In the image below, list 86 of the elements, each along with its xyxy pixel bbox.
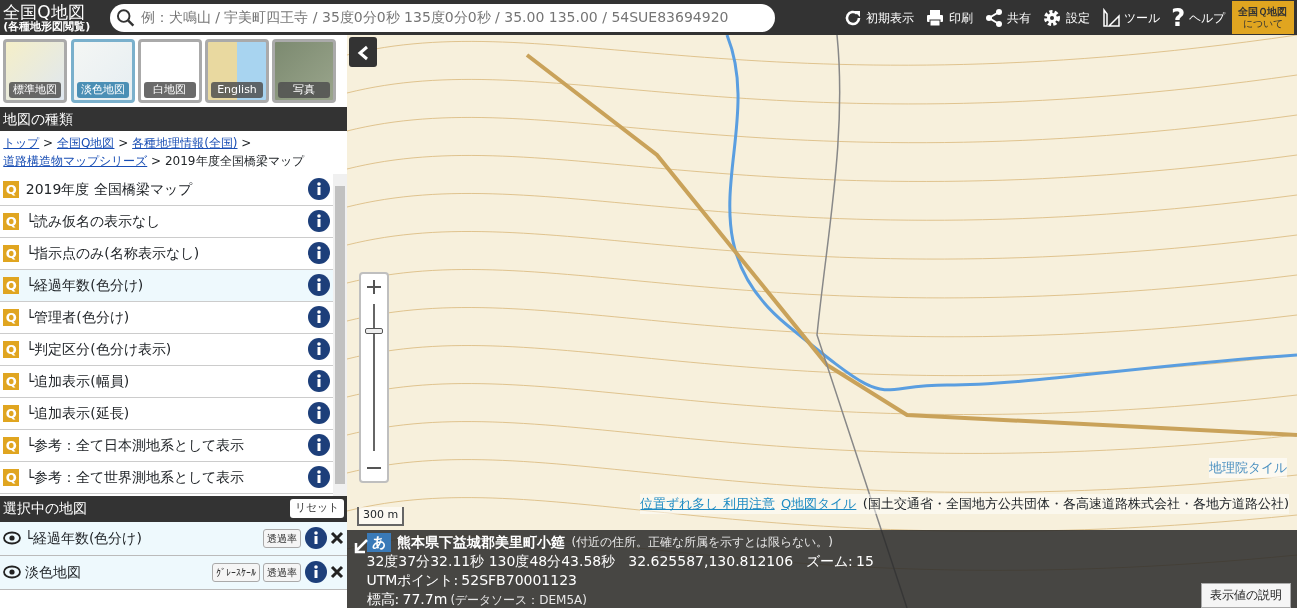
basemap-thumbnail[interactable]: 写真 — [272, 39, 337, 103]
scrollbar[interactable] — [333, 173, 347, 496]
map-type-item[interactable]: Q └経過年数(色分け) — [0, 269, 333, 302]
info-icon[interactable] — [307, 466, 330, 488]
q-icon: Q — [3, 308, 20, 326]
eye-icon[interactable] — [3, 531, 22, 545]
breadcrumb-separator: > — [118, 136, 129, 151]
toolbar-button[interactable]: 共有 — [979, 7, 1036, 28]
q-icon: Q — [3, 276, 20, 294]
attribution-link[interactable]: 位置ずれ多し 利用注意 — [640, 496, 775, 511]
toolbar-button[interactable]: 印刷 — [921, 7, 977, 28]
logo-title: 全国Q地図 — [3, 3, 86, 21]
basemap-thumbnail[interactable]: 白地図 — [137, 39, 202, 103]
info-icon[interactable] — [307, 338, 330, 360]
basemap-thumbnail[interactable]: English — [205, 39, 269, 103]
breadcrumb-link[interactable]: トップ — [3, 136, 40, 151]
attribution-link[interactable]: Q地図タイル — [781, 496, 857, 511]
toolbar-button[interactable]: 設定 — [1038, 7, 1094, 28]
info-icon[interactable] — [304, 527, 327, 549]
q-icon: Q — [3, 212, 20, 230]
section-title: 選択中の地図 — [3, 499, 88, 518]
info-icon[interactable] — [304, 561, 327, 583]
grayscale-button[interactable]: ｸﾞﾚｰｽｹｰﾙ — [212, 562, 260, 582]
opacity-button[interactable]: 透過率 — [263, 528, 302, 548]
info-icon[interactable] — [307, 306, 330, 328]
q-icon: Q — [3, 180, 20, 198]
language-toggle[interactable]: あ — [366, 533, 391, 553]
info-icon[interactable] — [307, 210, 330, 232]
info-icon[interactable] — [307, 434, 330, 456]
close-icon[interactable] — [329, 565, 344, 579]
search-field[interactable]: 例：犬鳴山 / 宇美町四王寺 / 35度0分0秒 135度0分0秒 / 35.00 135.00 / 54SUE83694920 — [109, 3, 775, 32]
about-button[interactable]: 全国Ｑ地図 について — [1231, 1, 1294, 34]
help-icon: ? — [1171, 5, 1186, 30]
breadcrumb-current: 2019年度全国橋梁マップ — [164, 154, 304, 169]
q-icon: Q — [3, 404, 20, 422]
zoom-value: 15 — [856, 552, 874, 572]
toolbar-button[interactable]: ツール — [1096, 7, 1165, 28]
settings-icon — [1042, 7, 1063, 28]
breadcrumb-link[interactable]: 全国Q地図 — [56, 136, 115, 151]
info-icon[interactable] — [307, 242, 330, 264]
ruler-icon — [1100, 7, 1121, 28]
arrow-icon[interactable] — [353, 538, 369, 554]
chevron-icon — [357, 44, 369, 61]
attribution-text: (国土交通省・全国地方公共団体・各高速道路株式会社・各地方道路公社) — [862, 496, 1289, 511]
share-icon — [983, 7, 1004, 28]
reset-button[interactable]: リセット — [289, 499, 344, 518]
q-icon: Q — [3, 372, 20, 390]
info-icon[interactable] — [307, 178, 330, 200]
breadcrumb-separator: > — [151, 154, 162, 169]
breadcrumb-link[interactable]: 道路構造物マップシリーズ — [3, 154, 148, 169]
utm-label: UTMポイント: — [366, 571, 459, 591]
q-icon: Q — [3, 468, 20, 486]
info-icon[interactable] — [307, 370, 330, 392]
dms-coordinates: 32度37分32.11秒 130度48分43.58秒 — [366, 552, 616, 572]
logo-subtitle: (各種地形図閲覧) — [3, 20, 92, 32]
zoom-label: ズーム: — [806, 552, 853, 572]
basemap-thumbnail[interactable]: 標準地図 — [3, 39, 68, 103]
search-icon — [116, 7, 136, 28]
breadcrumb-link[interactable]: 各種地理情報(全国) — [132, 136, 238, 151]
printer-icon — [925, 7, 946, 28]
layer-name: └経過年数(色分け) — [24, 528, 143, 548]
explanation-button[interactable]: 表示値の説明 — [1201, 583, 1291, 608]
q-icon: Q — [3, 244, 20, 262]
basemap-thumbnail[interactable]: 淡色地図 — [70, 39, 135, 103]
eye-icon[interactable] — [3, 565, 22, 579]
info-icon[interactable] — [307, 402, 330, 424]
data-source-note: (データソース：DEM5A) — [450, 592, 587, 608]
breadcrumb-separator: > — [43, 136, 54, 151]
close-icon[interactable] — [329, 531, 344, 545]
info-icon[interactable] — [307, 274, 330, 296]
decimal-coordinates: 32.625587,130.812106 — [628, 552, 794, 572]
section-title: 地図の種類 — [3, 109, 74, 129]
q-icon: Q — [3, 436, 20, 454]
back-button[interactable] — [349, 37, 377, 67]
elevation-value: 77.7m — [402, 590, 448, 608]
utm-value: 52SFB70001123 — [461, 571, 577, 591]
address-note: (付近の住所。正確な所属を示すとは限らない。) — [571, 534, 833, 552]
scale-bar: 300 m — [357, 507, 405, 526]
opacity-button[interactable]: 透過率 — [263, 562, 302, 582]
q-icon: Q — [3, 340, 20, 358]
tile-credit: 地理院タイル — [1209, 458, 1287, 478]
address-text: 熊本県下益城郡美里町小筵 — [397, 533, 565, 553]
toolbar-button[interactable]: 初期表示 — [838, 7, 919, 28]
elevation-label: 標高: — [366, 590, 400, 608]
breadcrumb-separator: > — [241, 136, 252, 151]
layer-name: 淡色地図 — [24, 562, 82, 582]
